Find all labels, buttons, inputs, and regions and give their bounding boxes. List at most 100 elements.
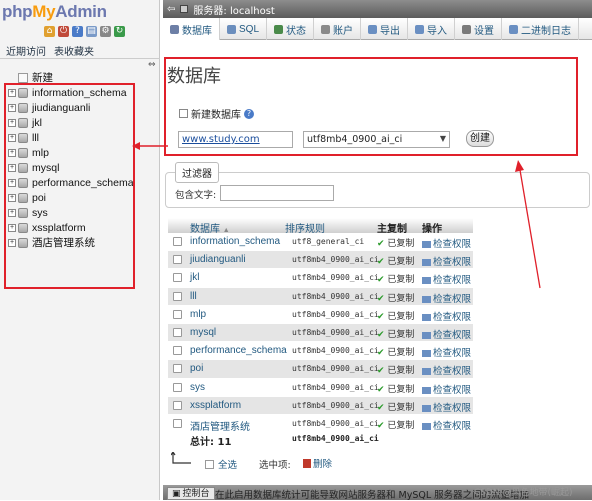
privileges-icon — [422, 331, 431, 339]
delete-label: 删除 — [313, 459, 333, 470]
tab-favorites[interactable]: 表收藏夹 — [54, 43, 94, 58]
tab-import[interactable]: 导入 — [408, 18, 456, 40]
collation-cell: utf8mb4_0900_ai_ci — [292, 309, 379, 319]
check-privileges-link[interactable]: 检查权限 — [422, 272, 471, 286]
tab-database[interactable]: 数据库 — [163, 18, 220, 40]
annotation-arrow-up — [515, 160, 541, 289]
check-icon: ✔ — [377, 311, 385, 322]
row-checkbox[interactable] — [173, 382, 182, 392]
check-icon: ✔ — [377, 293, 385, 304]
tab-label: 账户 — [333, 25, 354, 37]
replication-label: 已复制 — [387, 293, 415, 304]
replication-cell: ✔ 已复制 — [377, 309, 414, 322]
table-row: information_schema utf8_general_ci ✔ 已复制 检查… — [168, 233, 473, 252]
check-privileges-label: 检查权限 — [433, 257, 472, 269]
reload-icon[interactable]: ↻ — [114, 26, 125, 37]
tab-label: 导出 — [380, 25, 401, 37]
top-tabs: 数据库 SQL 状态 账户 导出 导入 设置 二进制日志 — [163, 18, 592, 40]
phpmyadmin-logo[interactable]: phpMyAdmin — [2, 2, 107, 22]
tab-label: 状态 — [286, 25, 307, 37]
check-privileges-link[interactable]: 检查权限 — [422, 254, 471, 268]
check-icon: ✔ — [377, 329, 385, 340]
docs-icon[interactable]: ▤ — [86, 26, 97, 37]
row-checkbox[interactable] — [173, 255, 182, 265]
check-privileges-label: 检查权限 — [433, 348, 472, 360]
selected-label: 选中项: — [259, 460, 291, 471]
database-link[interactable]: lll — [190, 291, 197, 302]
tab-settings[interactable]: 设置 — [455, 18, 503, 40]
database-link[interactable]: information_schema — [190, 236, 280, 247]
row-checkbox[interactable] — [173, 418, 182, 428]
tab-label: 数据库 — [182, 25, 212, 37]
check-privileges-link[interactable]: 检查权限 — [422, 327, 471, 341]
privileges-icon — [422, 241, 431, 248]
database-link[interactable]: mlp — [190, 309, 206, 320]
select-all-checkbox[interactable] — [205, 459, 214, 469]
check-privileges-link[interactable]: 检查权限 — [422, 291, 471, 305]
back-arrow-icon[interactable]: ⇦ — [167, 4, 175, 15]
collation-cell: utf8mb4_0900_ai_ci — [292, 382, 379, 392]
check-privileges-link[interactable]: 检查权限 — [422, 363, 471, 377]
database-link[interactable]: jkl — [190, 272, 199, 283]
logo-php: php — [2, 2, 33, 21]
replication-label: 已复制 — [387, 348, 415, 359]
collation-cell: utf8mb4_0900_ai_ci — [292, 364, 379, 374]
console-tab[interactable]: ▣ 控制台 — [167, 487, 215, 500]
replication-cell: ✔ 已复制 — [377, 345, 414, 358]
database-link[interactable]: mysql — [190, 327, 216, 338]
row-checkbox[interactable] — [173, 237, 182, 246]
console-label: 控制台 — [182, 488, 210, 499]
table-row: mlp utf8mb4_0900_ai_ci ✔ 已复制 检查权限 — [168, 305, 473, 324]
filter-input[interactable] — [220, 185, 334, 201]
database-link[interactable]: performance_schema — [190, 345, 287, 356]
home-icon[interactable]: ⌂ — [44, 26, 55, 37]
check-privileges-link[interactable]: 检查权限 — [422, 345, 471, 359]
row-checkbox[interactable] — [173, 327, 182, 337]
check-privileges-link[interactable]: 检查权限 — [422, 418, 471, 432]
row-checkbox[interactable] — [173, 291, 182, 301]
select-all[interactable]: 全选 — [205, 457, 237, 471]
delete-button[interactable]: 删除 — [303, 456, 332, 470]
privileges-icon — [422, 404, 431, 412]
tab-export[interactable]: 导出 — [361, 18, 409, 40]
database-link[interactable]: 酒店管理系统 — [190, 418, 250, 433]
link-icon[interactable]: ⇔ — [148, 60, 156, 70]
check-icon: ✔ — [377, 420, 385, 431]
row-checkbox[interactable] — [173, 400, 182, 410]
database-link[interactable]: poi — [190, 363, 203, 374]
server-label[interactable]: 服务器: localhost — [193, 2, 274, 17]
check-privileges-link[interactable]: 检查权限 — [422, 309, 471, 323]
total-collation: utf8mb4_0900_ai_ci — [292, 434, 379, 443]
check-icon: ✔ — [377, 348, 385, 359]
tab-binlog[interactable]: 二进制日志 — [502, 18, 580, 40]
nav-divider — [0, 58, 160, 59]
row-checkbox[interactable] — [173, 364, 182, 374]
database-link[interactable]: sys — [190, 382, 205, 393]
row-checkbox[interactable] — [173, 346, 182, 356]
check-privileges-link[interactable]: 检查权限 — [422, 382, 471, 396]
replication-cell: ✔ 已复制 — [377, 363, 414, 376]
row-checkbox[interactable] — [173, 273, 182, 283]
replication-label: 已复制 — [387, 384, 415, 395]
tab-recent[interactable]: 近期访问 — [6, 43, 46, 58]
tab-status[interactable]: 状态 — [267, 18, 315, 40]
settings-icon[interactable]: ⚙ — [100, 26, 111, 37]
logout-icon[interactable]: ⏻ — [58, 26, 69, 37]
help-icon[interactable]: ? — [72, 26, 83, 37]
check-icon: ✔ — [377, 275, 385, 286]
database-link[interactable]: xssplatform — [190, 400, 241, 411]
database-link[interactable]: jiudianguanli — [190, 254, 246, 265]
privileges-icon — [422, 386, 431, 394]
console-icon: ▣ — [172, 488, 181, 499]
import-icon — [415, 24, 425, 34]
check-privileges-link[interactable]: 检查权限 — [422, 236, 471, 250]
check-privileges-link[interactable]: 检查权限 — [422, 400, 471, 414]
server-icon — [180, 5, 189, 13]
check-icon: ✔ — [377, 402, 385, 413]
row-checkbox[interactable] — [173, 309, 182, 319]
tab-users[interactable]: 账户 — [314, 18, 362, 40]
select-all-label[interactable]: 全选 — [218, 457, 237, 471]
tab-sql[interactable]: SQL — [220, 18, 268, 40]
table-row: sys utf8mb4_0900_ai_ci ✔ 已复制 检查权限 — [168, 378, 473, 397]
table-row: mysql utf8mb4_0900_ai_ci ✔ 已复制 检查权限 — [168, 323, 473, 343]
